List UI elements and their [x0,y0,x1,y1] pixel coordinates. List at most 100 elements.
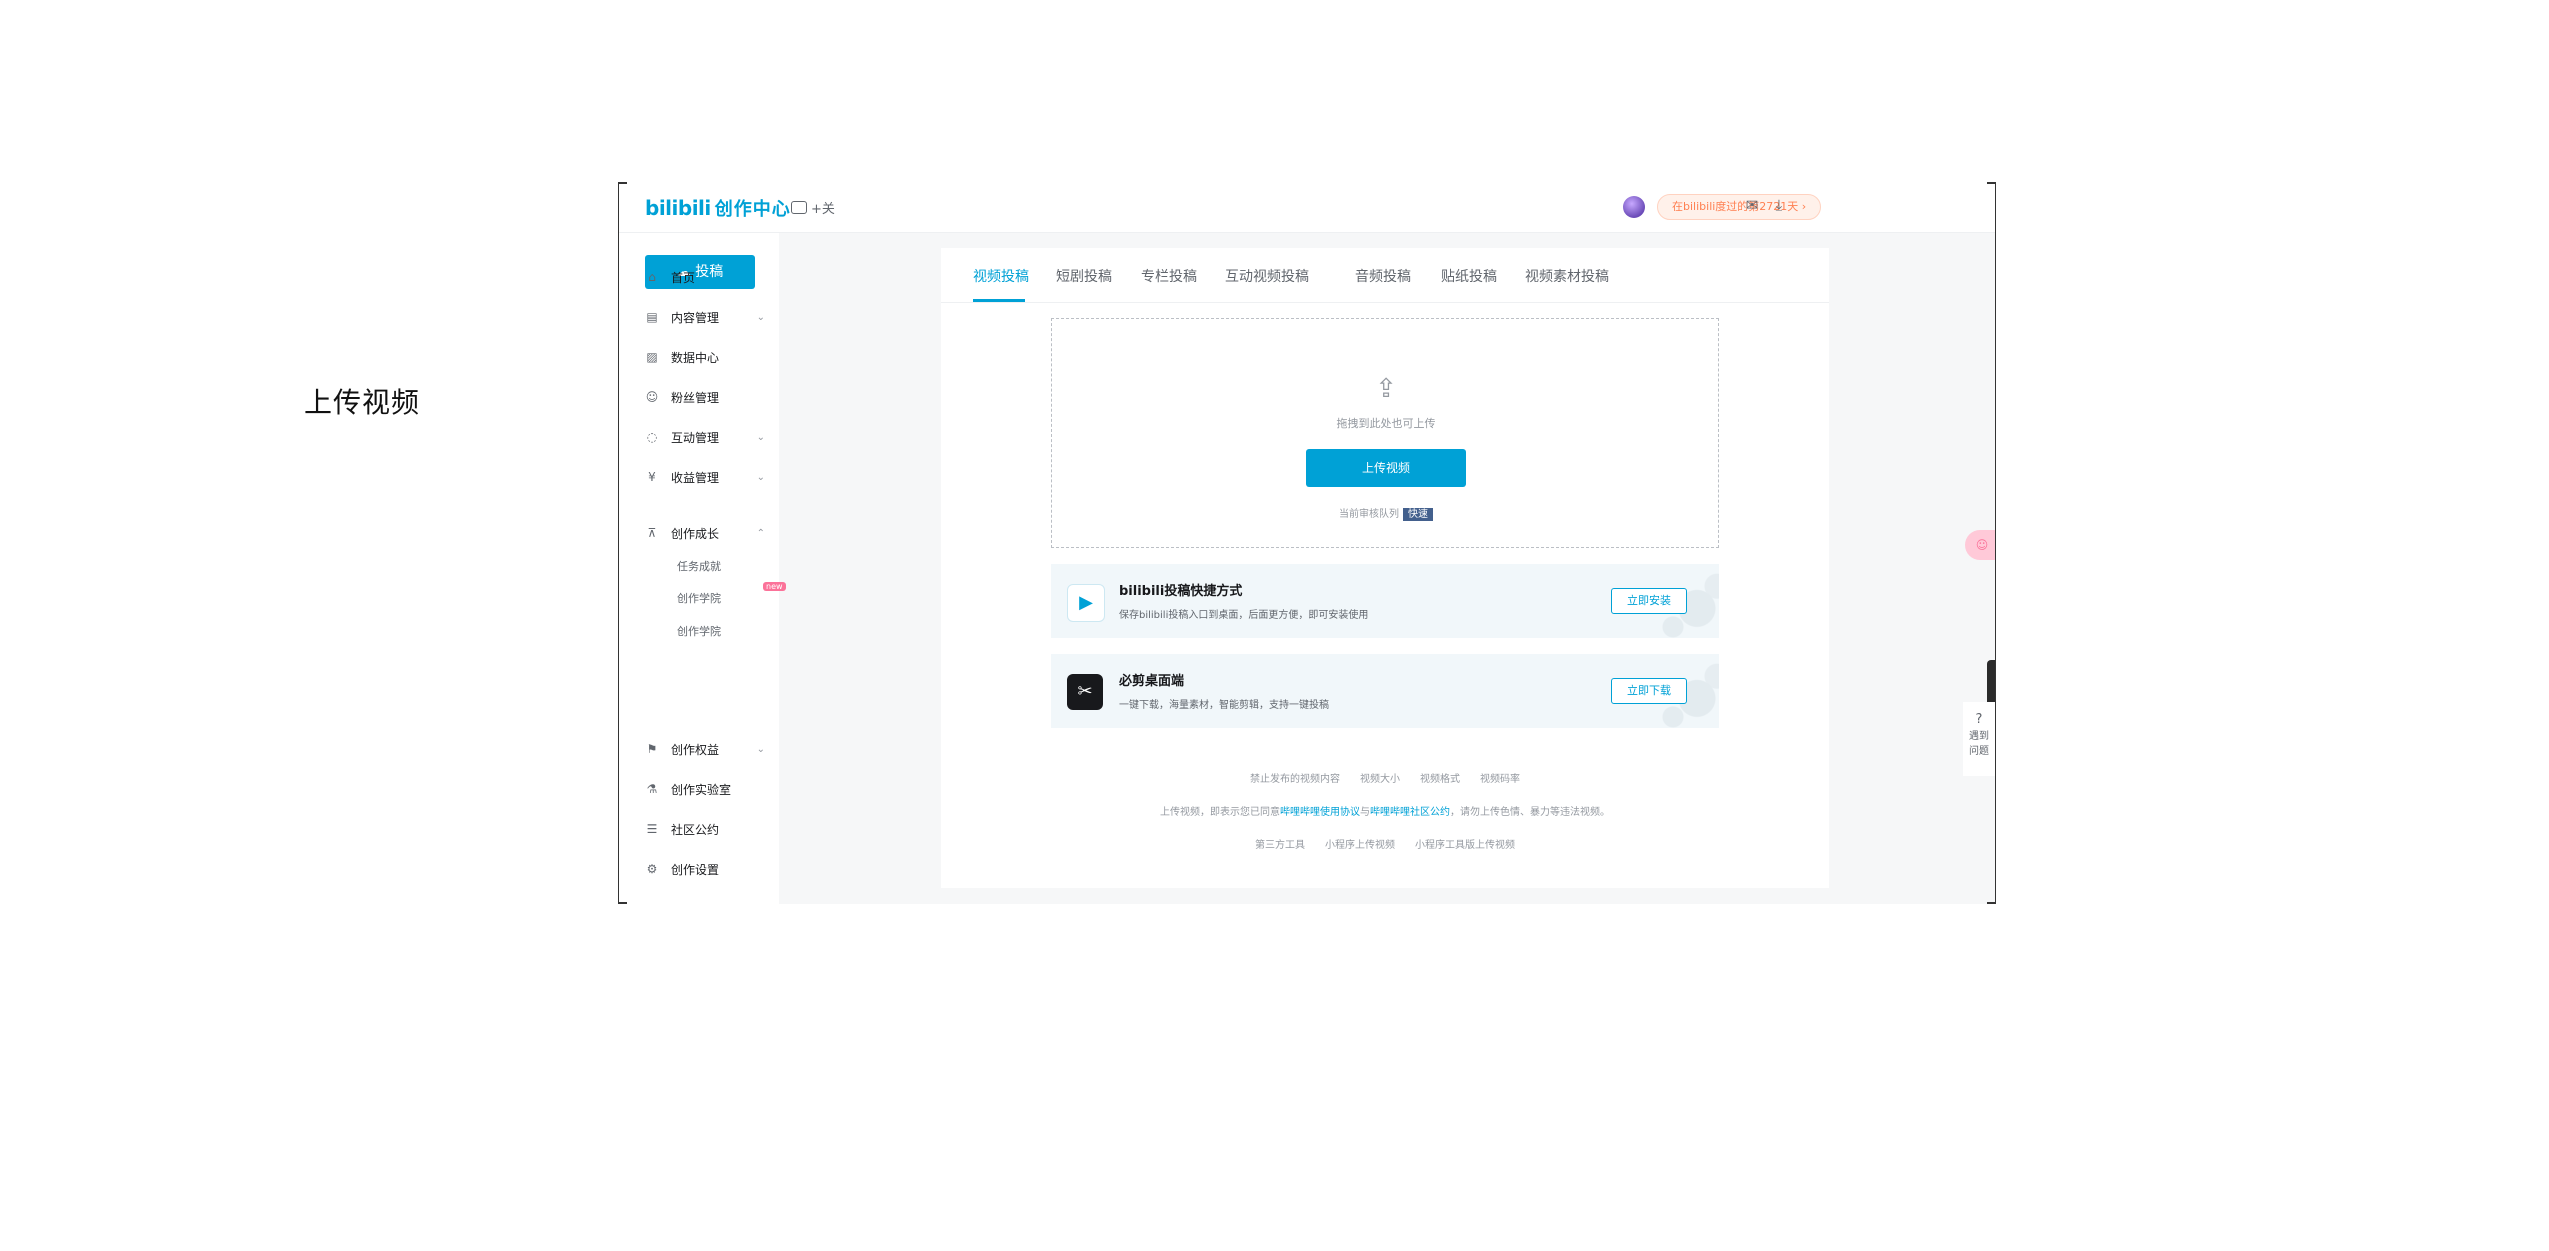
upload-video-button[interactable]: 上传视频 [1306,449,1466,487]
sidebar-subitem-0[interactable]: 任务成就 [677,558,721,574]
promo-desc: 保存bilibili投稿入口到桌面，后面更方便，即可安装使用 [1119,610,1369,621]
footer-links: 禁止发布的视频内容 视频大小 视频格式 视频码率 [941,770,1829,785]
tab-2[interactable]: 专栏投稿 [1141,266,1197,286]
sidebar-item-7[interactable]: ⚑ 创作权益 ⌄ [645,738,765,760]
tab-0[interactable]: 视频投稿 [973,266,1029,286]
sidebar-item-6[interactable]: ⊼ 创作成长 ⌃ [645,522,765,544]
page-caption: 上传视频 [304,386,421,419]
promo-title: bilibili投稿快捷方式 [1119,584,1243,599]
promo-shortcut: ▶ bilibili投稿快捷方式 保存bilibili投稿入口到桌面，后面更方便… [1051,564,1719,638]
flask-icon: ⚗ [646,782,658,796]
tab-3[interactable]: 互动视频投稿 [1225,266,1309,286]
promo-bijian: ✂ 必剪桌面端 一键下载，海量素材，智能剪辑，支持一键投稿 立即下载 [1051,654,1719,728]
frame-corner [619,182,627,184]
sidebar-subitem-label: 创作学院 [677,592,721,605]
chat-icon: ◌ [646,430,658,444]
sidebar-item-9[interactable]: ☰ 社区公约 [645,818,765,840]
chevron-icon[interactable]: ⌄ [757,432,765,443]
sidebar-item-label: 创作实验室 [671,782,732,797]
sidebar-subitem-1[interactable]: 创作学院 new [677,582,786,606]
sidebar-item-1[interactable]: ▤ 内容管理 ⌄ [645,306,765,328]
avatar[interactable] [1623,196,1645,218]
usage-agreement-link[interactable]: 哔哩哔哩使用协议 [1280,807,1360,818]
sidebar-item-2[interactable]: ▨ 数据中心 [645,346,765,368]
footer-tool-link[interactable]: 第三方工具 [1255,840,1305,851]
top-bar: bilibili 创作中心 +关 在bilibili度过的第2721天 › ✉ ⤓ [619,182,1995,233]
sidebar-item-label: 首页 [671,270,696,285]
tv-shortcut-icon: ▶ [1067,584,1105,622]
sidebar-item-label: 创作设置 [671,862,720,877]
sidebar-item-8[interactable]: ⚗ 创作实验室 [645,778,765,800]
footer-link[interactable]: 视频大小 [1360,774,1400,785]
float-mascot-button[interactable]: ☺ [1965,530,1995,560]
sidebar-item-5[interactable]: ¥ 收益管理 ⌄ [645,466,765,488]
bilibili-logo[interactable]: bilibili 创作中心 [645,195,791,221]
queue-status: 当前审核队列 快速 [1052,505,1720,521]
bijian-app-icon: ✂ [1067,674,1103,710]
footer-tools: 第三方工具 小程序上传视频 小程序工具版上传视频 [941,836,1829,851]
screenshot-frame: bilibili 创作中心 +关 在bilibili度过的第2721天 › ✉ ⤓… [618,182,1996,904]
float-help-button[interactable]: ? 遇到问题 [1963,702,1995,776]
community-rules-link[interactable]: 哔哩哔哩社区公约 [1370,807,1450,818]
chevron-icon[interactable]: ⌄ [757,312,765,323]
chevron-icon[interactable]: ⌄ [757,472,765,483]
money-icon: ¥ [648,470,656,484]
sidebar-item-label: 数据中心 [671,350,720,365]
footer-tool-link[interactable]: 小程序上传视频 [1325,840,1395,851]
chevron-icon[interactable]: ⌃ [757,528,765,539]
tab-1[interactable]: 短剧投稿 [1056,266,1112,286]
sidebar-subitem-label: 创作学院 [677,625,721,638]
tv-icon [791,201,807,214]
days-notice[interactable]: 在bilibili度过的第2721天 › [1657,194,1822,220]
sidebar-subitem-2[interactable]: 创作学院 [677,623,721,639]
agreement-suffix: ，请勿上传色情、暴力等违法视频。 [1450,807,1610,818]
question-icon: ? [1975,712,1983,727]
tab-bar: 视频投稿 短剧投稿 专栏投稿 互动视频投稿 音频投稿 贴纸投稿 视频素材投稿 [941,248,1829,303]
frame-corner [619,902,627,904]
graduation-icon: ⊼ [647,526,657,540]
tab-5[interactable]: 贴纸投稿 [1441,266,1497,286]
follow-entry[interactable]: +关 [791,198,835,217]
sidebar-item-3[interactable]: ☺ 粉丝管理 [645,386,765,408]
sidebar-item-label: 内容管理 [671,310,720,325]
chevron-icon[interactable]: ⌄ [757,744,765,755]
sidebar: ☁ 投稿 ⌂ 首页 ▤ 内容管理 ⌄ ▨ 数据中心 ☺ 粉丝管理 ◌ 互动管理 ⌄ ¥ 收益管理 ⌄ ⊼ 创作成… [619,233,786,904]
upload-dropzone[interactable]: ⇪ 拖拽到此处也可上传 上传视频 当前审核队列 快速 [1051,318,1719,548]
chart-icon: ▨ [646,350,658,364]
logo-suffix: 创作中心 [714,199,791,220]
sidebar-item-label: 创作成长 [671,526,720,541]
sidebar-item-label: 收益管理 [671,470,720,485]
flag-icon: ⚑ [646,742,658,756]
agreement-prefix: 上传视频，即表示您已同意 [1160,807,1280,818]
sidebar-item-label: 互动管理 [671,430,720,445]
footer-link[interactable]: 视频格式 [1420,774,1460,785]
agreement-mid: 与 [1360,807,1370,818]
footer-agreement: 上传视频，即表示您已同意哔哩哔哩使用协议与哔哩哔哩社区公约，请勿上传色情、暴力等… [941,803,1829,818]
download-button[interactable]: 立即下载 [1611,678,1687,704]
upload-card: 视频投稿 短剧投稿 专栏投稿 互动视频投稿 音频投稿 贴纸投稿 视频素材投稿 ⇪ 拖拽到此处… [941,248,1829,888]
promo-desc: 一键下载，海量素材，智能剪辑，支持一键投稿 [1119,700,1329,711]
tab-6[interactable]: 视频素材投稿 [1525,266,1609,286]
sidebar-item-label: 社区公约 [671,822,720,837]
footer-link[interactable]: 禁止发布的视频内容 [1250,774,1340,785]
sidebar-subitem-label: 任务成就 [677,560,721,573]
footer-link[interactable]: 视频码率 [1480,774,1520,785]
dropzone-hint: 拖拽到此处也可上传 [1336,417,1436,430]
tab-4[interactable]: 音频投稿 [1355,266,1411,286]
mail-icon[interactable]: ✉ [1743,196,1761,214]
rules-icon: ☰ [646,822,658,836]
sidebar-item-4[interactable]: ◌ 互动管理 ⌄ [645,426,765,448]
active-tab-underline [973,299,1025,302]
promo-title: 必剪桌面端 [1119,674,1185,689]
sidebar-item-label: 创作权益 [671,742,720,757]
sidebar-item-10[interactable]: ⚙ 创作设置 [645,858,765,880]
new-badge: new [763,582,786,591]
logo-text: bilibili [645,196,711,220]
footer-tool-link[interactable]: 小程序工具版上传视频 [1415,840,1515,851]
download-icon[interactable]: ⤓ [1770,196,1788,214]
sidebar-item-0[interactable]: ⌂ 首页 [645,266,765,288]
help-label: 遇到问题 [1969,731,1989,757]
queue-status-tag: 快速 [1403,508,1433,521]
sidebar-item-label: 粉丝管理 [671,390,720,405]
install-button[interactable]: 立即安装 [1611,588,1687,614]
